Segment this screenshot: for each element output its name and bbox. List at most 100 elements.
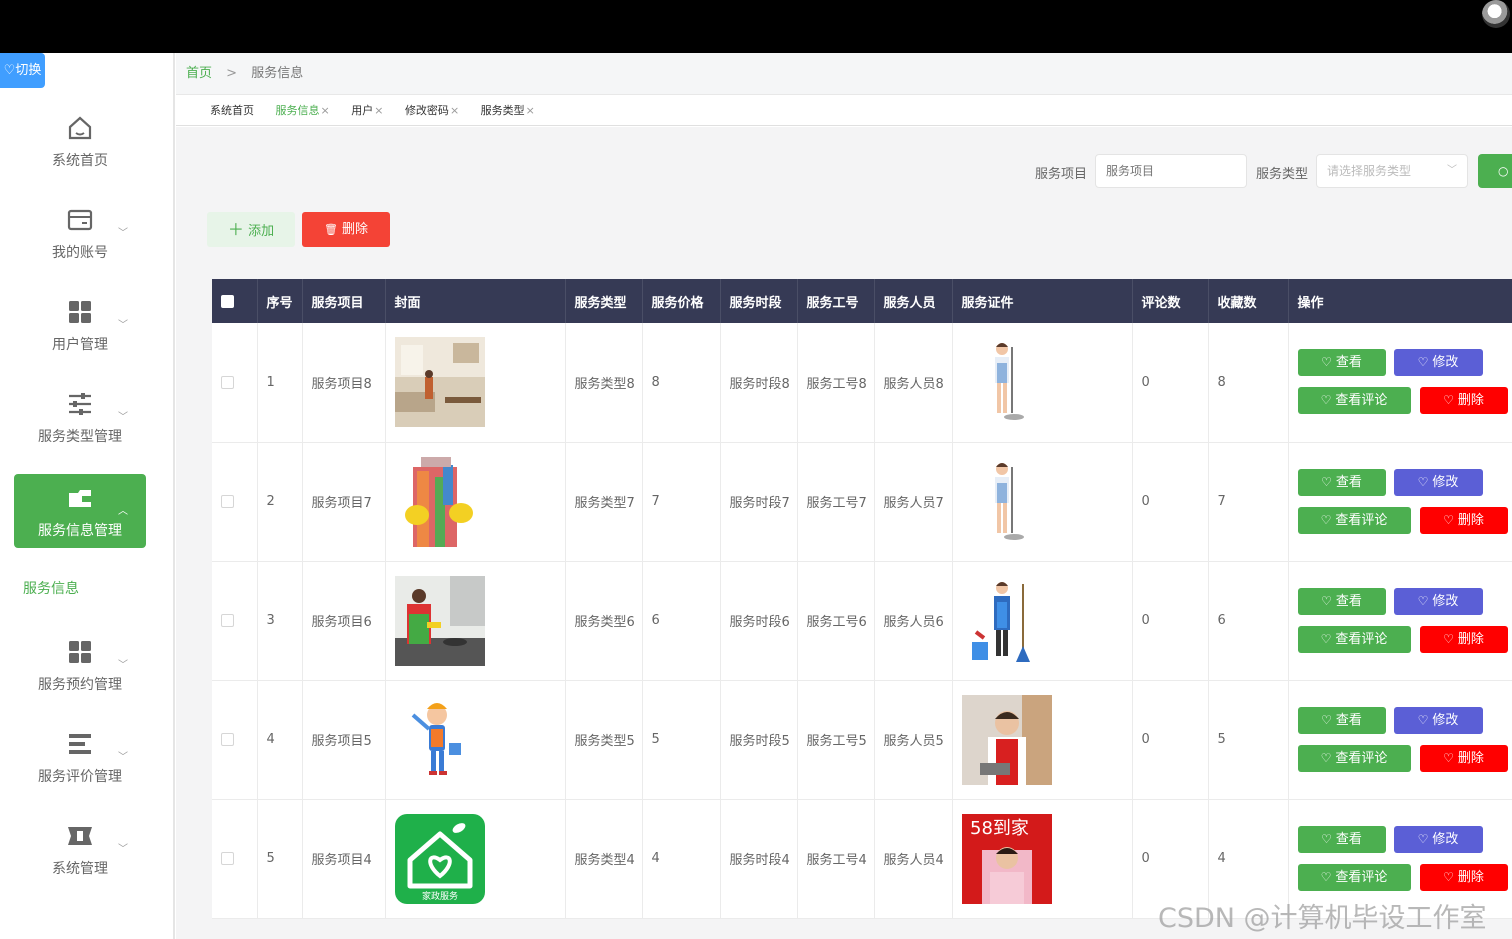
- cell-cover: [385, 680, 566, 800]
- select-all-checkbox[interactable]: [212, 279, 258, 323]
- cell-staff: 服务人员5: [874, 680, 953, 800]
- view-comments-button[interactable]: ♡ 查看评论: [1297, 863, 1411, 891]
- view-comments-button[interactable]: ♡ 查看评论: [1297, 387, 1411, 415]
- sidebar-item-users[interactable]: 用户管理 ﹀: [14, 288, 146, 362]
- sidebar-item-home[interactable]: 系统首页: [14, 104, 146, 178]
- delete-button[interactable]: ♡ 删除: [1419, 625, 1508, 653]
- heart-icon: ♡: [1443, 750, 1454, 765]
- delete-button[interactable]: ♡ 删除: [1419, 506, 1508, 534]
- close-icon[interactable]: ×: [526, 104, 535, 117]
- breadcrumb-current: 服务信息: [251, 66, 304, 81]
- svg-text:58到家: 58到家: [970, 818, 1029, 839]
- cell-ops: ♡ 查看 ♡ 修改 ♡ 查看评论 ♡ 删除: [1288, 323, 1512, 443]
- cell-no: 4: [257, 680, 303, 800]
- chevron-down-icon: ﹀: [118, 412, 128, 423]
- avatar[interactable]: [1482, 0, 1510, 28]
- breadcrumb-home[interactable]: 首页: [186, 66, 212, 81]
- sidebar-item-label: 系统管理: [52, 861, 108, 877]
- tab-home[interactable]: 系统首页: [210, 96, 254, 126]
- edit-button[interactable]: ♡ 修改: [1393, 468, 1483, 496]
- sidebar-item-label: 服务评价管理: [38, 769, 122, 785]
- close-icon[interactable]: ×: [450, 104, 459, 117]
- living-room-photo: [394, 337, 485, 428]
- breadcrumb: 首页 > 服务信息: [176, 53, 1512, 95]
- house-logo: 家政服务: [394, 813, 485, 904]
- view-button[interactable]: ♡ 查看: [1297, 349, 1386, 377]
- chevron-down-icon: ﹀: [118, 660, 128, 671]
- heart-icon: ♡: [1320, 393, 1332, 408]
- view-comments-button[interactable]: ♡ 查看评论: [1297, 744, 1411, 772]
- chevron-down-icon: ﹀: [118, 320, 128, 331]
- cell-staff-no: 服务工号6: [797, 561, 875, 681]
- cell-staff-no: 服务工号4: [797, 799, 875, 919]
- cell-no: 1: [257, 323, 303, 443]
- tab-change-password[interactable]: 修改密码×: [405, 96, 459, 126]
- sidebar-item-service-info[interactable]: 服务信息管理 ︿: [14, 474, 146, 548]
- top-bar: [0, 0, 1512, 53]
- cell-staff: 服务人员4: [874, 799, 953, 919]
- switch-button[interactable]: ♡切换: [0, 53, 45, 88]
- home-icon: [68, 116, 92, 140]
- service-type-select[interactable]: 请选择服务类型 ﹀: [1316, 154, 1468, 188]
- cell-favorites: 8: [1208, 323, 1289, 443]
- row-checkbox[interactable]: [212, 561, 258, 681]
- row-checkbox[interactable]: [212, 323, 258, 443]
- col-header: 服务证件: [952, 279, 1133, 323]
- delete-button[interactable]: ♡ 删除: [1419, 387, 1508, 415]
- delete-button[interactable]: ♡ 删除: [1419, 863, 1508, 891]
- sidebar-item-account[interactable]: 我的账号 ﹀: [14, 196, 146, 270]
- list-icon: [69, 734, 91, 754]
- sidebar-item-bookings[interactable]: 服务预约管理 ﹀: [14, 628, 146, 702]
- cell-cert: [952, 561, 1133, 681]
- breadcrumb-separator: >: [226, 66, 238, 81]
- chevron-down-icon: ﹀: [118, 752, 128, 763]
- view-button[interactable]: ♡ 查看: [1297, 468, 1386, 496]
- close-icon[interactable]: ×: [321, 104, 330, 117]
- cell-type: 服务类型6: [565, 561, 643, 681]
- row-checkbox[interactable]: [212, 799, 258, 919]
- view-button[interactable]: ♡ 查看: [1297, 825, 1386, 853]
- tab-bar: 系统首页 服务信息× 用户× 修改密码× 服务类型×: [176, 96, 1512, 126]
- cert-image: [961, 456, 1052, 547]
- chevron-down-icon: ﹀: [118, 228, 128, 239]
- sidebar-item-system[interactable]: 系统管理 ﹀: [14, 812, 146, 886]
- cell-ops: ♡ 查看 ♡ 修改 ♡ 查看评论 ♡ 删除: [1288, 680, 1512, 800]
- cell-staff-no: 服务工号7: [797, 442, 875, 562]
- sidebar-subitem-service-info[interactable]: 服务信息: [23, 578, 79, 598]
- cell-favorites: 5: [1208, 680, 1289, 800]
- search-project-input[interactable]: [1095, 154, 1247, 188]
- tab-users[interactable]: 用户×: [351, 96, 383, 126]
- tab-service-types[interactable]: 服务类型×: [481, 96, 535, 126]
- cell-project: 服务项目7: [302, 442, 386, 562]
- col-header: 服务价格: [642, 279, 721, 323]
- cell-project: 服务项目8: [302, 323, 386, 443]
- cell-staff: 服务人员8: [874, 323, 953, 443]
- bulk-delete-button[interactable]: 🗑 删除: [302, 212, 390, 247]
- sidebar-item-reviews[interactable]: 服务评价管理 ﹀: [14, 720, 146, 794]
- cell-price: 7: [642, 442, 721, 562]
- heart-icon: ♡: [1320, 869, 1332, 884]
- row-checkbox[interactable]: [212, 442, 258, 562]
- close-icon[interactable]: ×: [374, 104, 383, 117]
- delete-button[interactable]: ♡ 删除: [1419, 744, 1508, 772]
- sidebar-item-label: 服务信息管理: [38, 523, 122, 539]
- edit-button[interactable]: ♡ 修改: [1393, 349, 1483, 377]
- edit-button[interactable]: ♡ 修改: [1393, 706, 1483, 734]
- view-button[interactable]: ♡ 查看: [1297, 587, 1386, 615]
- edit-button[interactable]: ♡ 修改: [1393, 587, 1483, 615]
- tab-service-info[interactable]: 服务信息×: [276, 96, 330, 126]
- sidebar-item-service-types[interactable]: 服务类型管理 ﹀: [14, 380, 146, 454]
- col-header: 服务人员: [874, 279, 953, 323]
- heart-icon: ♡: [1320, 631, 1332, 646]
- heart-icon: ♡: [1443, 631, 1454, 646]
- cell-price: 4: [642, 799, 721, 919]
- heart-icon: ♡: [3, 63, 16, 78]
- cert-image: [961, 337, 1052, 428]
- view-button[interactable]: ♡ 查看: [1297, 706, 1386, 734]
- search-button[interactable]: ○: [1478, 154, 1512, 188]
- edit-button[interactable]: ♡ 修改: [1393, 825, 1483, 853]
- view-comments-button[interactable]: ♡ 查看评论: [1297, 625, 1411, 653]
- view-comments-button[interactable]: ♡ 查看评论: [1297, 506, 1411, 534]
- row-checkbox[interactable]: [212, 680, 258, 800]
- add-button[interactable]: ＋ 添加: [207, 212, 295, 247]
